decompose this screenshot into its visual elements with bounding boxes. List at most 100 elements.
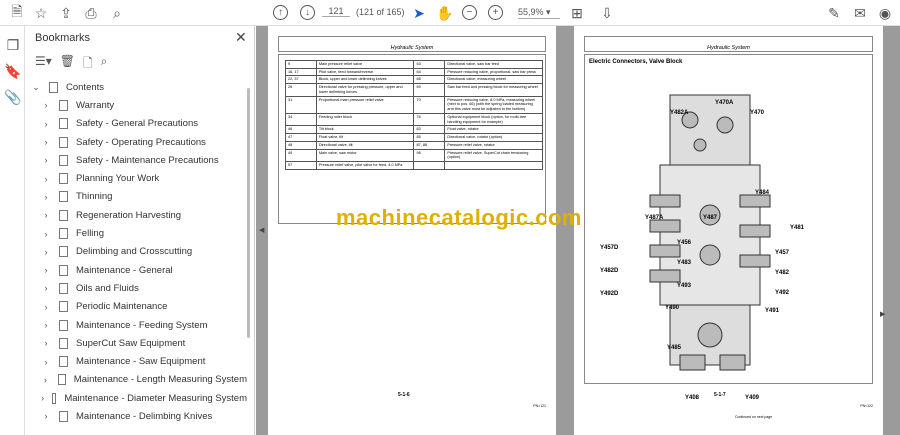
collapse-panel-arrow[interactable]: ◀ (259, 226, 264, 234)
table-row: 47 Float valve, tilt 85 Directional valve, … (285, 133, 543, 142)
page-header: Hydraulic System (584, 36, 873, 52)
bookmark-item[interactable]: › Planning Your Work (25, 169, 247, 187)
connector-label: Y484 (755, 190, 770, 196)
table-cell: Pressure reducing valve, 8.0 MPa, measur… (444, 95, 543, 114)
bookmark-item[interactable]: › SuperCut Saw Equipment (25, 334, 247, 352)
connector-label: Y481 (790, 225, 805, 231)
bookmark-item[interactable]: › Felling (25, 224, 247, 242)
chevron-right-icon[interactable]: › (41, 229, 51, 239)
bookmark-star-icon[interactable]: ☆ (32, 4, 50, 22)
page-number: 5-1-6 (398, 392, 410, 398)
save-icon[interactable]: 🗎 (8, 3, 26, 22)
new-bookmark-icon[interactable]: 🗋 (83, 54, 93, 75)
bookmark-label: Felling (76, 228, 104, 240)
chevron-down-icon[interactable]: ⌄ (31, 82, 41, 93)
toolbar: 🗎 ☆ ⇪ ⎙ ⌕ ↑ ↓ 121 (121 of 165) ➤ ✋ − + 5… (0, 0, 900, 26)
chevron-right-icon[interactable]: › (41, 192, 51, 202)
expand-panel-arrow[interactable]: ▶ (880, 310, 885, 318)
zoom-in-icon[interactable]: + (488, 5, 503, 20)
upload-icon[interactable]: ⇪ (57, 4, 75, 22)
page-header: Hydraulic System (278, 36, 546, 52)
table-cell: Main valve, saw motor (315, 148, 415, 163)
chevron-right-icon[interactable]: › (41, 320, 51, 330)
bookmark-item[interactable]: › Delimbing and Crosscutting (25, 243, 247, 261)
bookmark-item[interactable]: › Maintenance - Feeding System (25, 316, 247, 334)
chevron-right-icon[interactable]: › (41, 210, 51, 220)
zoom-level-select[interactable]: 55,9% ▾ (518, 7, 560, 19)
chevron-right-icon[interactable]: › (41, 119, 51, 129)
page-number-input[interactable]: 121 (322, 6, 350, 17)
bookmark-page-icon (59, 282, 68, 294)
table-cell: Directional valve, tilt (315, 140, 415, 150)
bookmark-label: Thinning (76, 191, 113, 203)
bookmark-label: Maintenance - Diameter Measuring System (64, 392, 247, 404)
table-cell: 48 (285, 140, 317, 150)
chevron-right-icon[interactable]: › (41, 393, 44, 403)
bookmark-item[interactable]: › Maintenance - General (25, 261, 247, 279)
account-icon[interactable]: ◉ (876, 4, 894, 22)
bookmark-item[interactable]: › Regeneration Harvesting (25, 206, 247, 224)
chevron-right-icon[interactable]: › (41, 265, 51, 275)
watermark: machinecatalogic.com (336, 205, 582, 230)
zoom-out-icon[interactable]: − (462, 5, 477, 20)
bookmark-item[interactable]: › Warranty (25, 96, 247, 114)
print-icon[interactable]: ⎙ (82, 4, 100, 22)
scrollbar-thumb[interactable] (247, 88, 250, 338)
table-row: 46 Tilt block 83 Float valve, rotator (285, 125, 543, 135)
close-icon[interactable]: ✕ (235, 29, 247, 46)
connector-label: Y470 (750, 110, 765, 116)
bookmark-item[interactable]: › Maintenance - Diameter Measuring System (25, 389, 247, 407)
page-fit-icon[interactable]: ⊞ (568, 4, 586, 22)
connector-label: Y482 (775, 270, 790, 276)
chevron-right-icon[interactable]: › (41, 375, 50, 385)
table-cell: Directional valve for pressing pressure,… (315, 83, 415, 97)
table-cell: 57 (285, 161, 317, 170)
attachments-icon[interactable]: 📎 (4, 88, 22, 106)
bookmark-item[interactable]: › Oils and Fluids (25, 279, 247, 297)
chevron-right-icon[interactable]: › (41, 357, 51, 367)
table-cell: 47 (285, 133, 317, 142)
bookmark-item[interactable]: › Periodic Maintenance (25, 298, 247, 316)
next-page-icon[interactable]: ↓ (300, 5, 315, 20)
bookmark-item[interactable]: › Safety - Operating Precautions (25, 133, 247, 151)
scroll-mode-icon[interactable]: ⇩ (598, 4, 616, 22)
bookmark-item[interactable]: › Maintenance - Saw Equipment (25, 352, 247, 370)
table-row: 57 Pressure relief valve, pilot valve for… (285, 161, 543, 170)
search-icon[interactable]: ⌕ (108, 4, 126, 22)
chevron-right-icon[interactable]: › (41, 283, 51, 293)
select-cursor-icon[interactable]: ➤ (410, 4, 428, 22)
bookmark-item[interactable]: › Maintenance - Length Measuring System (25, 371, 247, 389)
chevron-right-icon[interactable]: › (41, 137, 51, 147)
hand-tool-icon[interactable]: ✋ (436, 4, 454, 22)
table-row: 26 Directional valve for pressing pressur… (285, 83, 543, 97)
table-cell: 31 (285, 95, 317, 114)
chevron-right-icon[interactable]: › (41, 174, 51, 184)
bookmark-item[interactable]: › Maintenance - Delimbing Knives (25, 407, 247, 425)
chevron-right-icon[interactable]: › (41, 302, 51, 312)
chevron-right-icon[interactable]: › (41, 100, 51, 110)
connector-label: Y485 (667, 345, 682, 351)
table-cell: Main pressure relief valve (315, 60, 415, 69)
bookmark-item[interactable]: › Thinning (25, 188, 247, 206)
chevron-right-icon[interactable]: › (41, 155, 51, 165)
mail-icon[interactable]: ✉ (851, 4, 869, 22)
table-cell: 26 (285, 83, 317, 97)
bookmark-item[interactable]: › Safety - General Precautions (25, 115, 247, 133)
bookmarks-icon[interactable]: 🔖 (4, 62, 22, 80)
table-cell: 22, 37 (285, 75, 317, 85)
table-cell: Directional valve, rotator (option) (444, 133, 543, 142)
prev-page-icon[interactable]: ↑ (273, 5, 288, 20)
sign-icon[interactable]: ✎ (825, 4, 843, 22)
pages-icon[interactable]: ❐ (4, 36, 22, 54)
bookmark-label: Safety - General Precautions (76, 118, 198, 130)
bookmark-root[interactable]: ⌄ Contents (25, 78, 247, 96)
delete-icon[interactable]: 🗑 (60, 54, 75, 75)
find-bookmark-icon[interactable]: ⌕ (101, 54, 108, 75)
table-cell: 16, 17 (285, 67, 317, 77)
chevron-right-icon[interactable]: › (41, 338, 51, 348)
chevron-right-icon[interactable]: › (41, 247, 51, 257)
table-row: 48 Directional valve, tilt 87, 88 Pressure … (285, 140, 543, 150)
bookmark-item[interactable]: › Safety - Maintenance Precautions (25, 151, 247, 169)
chevron-right-icon[interactable]: › (41, 411, 51, 421)
options-icon[interactable]: ☰▾ (35, 54, 52, 75)
